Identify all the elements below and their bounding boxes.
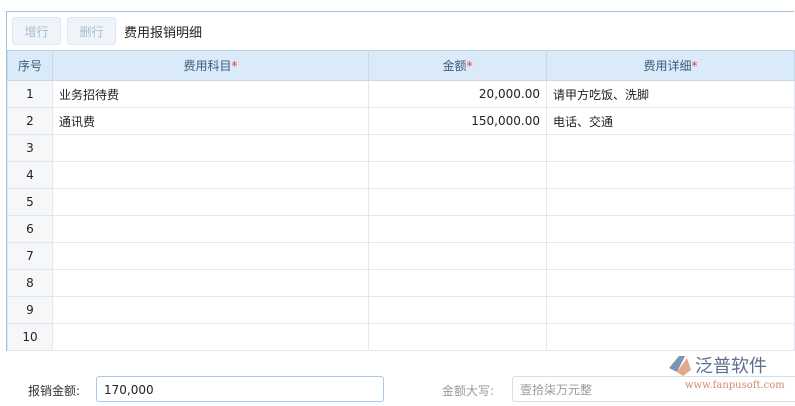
amount-cell[interactable] <box>368 188 547 216</box>
table-row[interactable]: 2 通讯费 150,000.00 电话、交通 <box>7 107 795 135</box>
svg-text:www.fanpusoft.com: www.fanpusoft.com <box>685 380 785 391</box>
detail-cell[interactable] <box>546 161 795 189</box>
header-detail: 费用详细* <box>546 50 795 81</box>
detail-cell[interactable]: 电话、交通 <box>546 107 795 135</box>
expense-table: 序号 费用科目* 金额* 费用详细* 1 业务招待费 20,000.00 请甲方吃饭、… <box>7 50 795 351</box>
amount-label: 报销金额: <box>28 384 81 398</box>
row-number: 5 <box>7 188 53 216</box>
table-row[interactable]: 5 <box>7 188 795 216</box>
subject-cell[interactable] <box>52 323 369 351</box>
amount-input[interactable]: 170,000 <box>96 376 384 402</box>
row-number: 4 <box>7 161 53 189</box>
subject-cell[interactable] <box>52 161 369 189</box>
subject-cell[interactable] <box>52 188 369 216</box>
table-row[interactable]: 6 <box>7 215 795 243</box>
logo-icon: 泛普软件 www.fanpusoft.com <box>669 356 785 391</box>
amount-cell[interactable] <box>368 269 547 297</box>
table-row[interactable]: 10 <box>7 323 795 351</box>
amount-cell[interactable] <box>368 296 547 324</box>
detail-cell[interactable] <box>546 269 795 297</box>
subject-cell[interactable] <box>52 296 369 324</box>
row-number: 9 <box>7 296 53 324</box>
subject-cell[interactable]: 通讯费 <box>52 107 369 135</box>
detail-cell[interactable] <box>546 242 795 270</box>
delete-row-button[interactable]: 删行 <box>67 17 116 45</box>
table-row[interactable]: 9 <box>7 296 795 324</box>
amount-cell[interactable] <box>368 242 547 270</box>
detail-cell[interactable] <box>546 215 795 243</box>
upper-amount-label: 金额大写: <box>442 384 495 398</box>
table-row[interactable]: 8 <box>7 269 795 297</box>
detail-cell[interactable]: 请甲方吃饭、洗脚 <box>546 80 795 108</box>
amount-cell[interactable]: 20,000.00 <box>368 80 547 108</box>
detail-cell[interactable] <box>546 134 795 162</box>
row-number: 10 <box>7 323 53 351</box>
subject-cell[interactable] <box>52 215 369 243</box>
toolbar: 增行 删行 费用报销明细 <box>7 12 794 50</box>
add-row-button[interactable]: 增行 <box>12 17 61 45</box>
header-no: 序号 <box>7 50 53 81</box>
header-subject: 费用科目* <box>52 50 369 81</box>
row-number: 2 <box>7 107 53 135</box>
subject-cell[interactable] <box>52 242 369 270</box>
table-row[interactable]: 4 <box>7 161 795 189</box>
row-number: 6 <box>7 215 53 243</box>
subject-cell[interactable]: 业务招待费 <box>52 80 369 108</box>
amount-cell[interactable]: 150,000.00 <box>368 107 547 135</box>
svg-text:泛普软件: 泛普软件 <box>695 356 767 377</box>
row-number: 3 <box>7 134 53 162</box>
section-title: 费用报销明细 <box>124 25 203 41</box>
amount-cell[interactable] <box>368 134 547 162</box>
amount-cell[interactable] <box>368 215 547 243</box>
table-row[interactable]: 3 <box>7 134 795 162</box>
table-row[interactable]: 7 <box>7 242 795 270</box>
row-number: 8 <box>7 269 53 297</box>
detail-cell[interactable] <box>546 323 795 351</box>
detail-cell[interactable] <box>546 188 795 216</box>
detail-cell[interactable] <box>546 296 795 324</box>
table-row[interactable]: 1 业务招待费 20,000.00 请甲方吃饭、洗脚 <box>7 80 795 108</box>
subject-cell[interactable] <box>52 134 369 162</box>
expense-detail-panel: 增行 删行 费用报销明细 序号 费用科目* 金额* 费用详细* 1 业务招待费 20… <box>6 11 795 351</box>
amount-cell[interactable] <box>368 161 547 189</box>
row-number: 7 <box>7 242 53 270</box>
subject-cell[interactable] <box>52 269 369 297</box>
header-amount: 金额* <box>368 50 547 81</box>
amount-cell[interactable] <box>368 323 547 351</box>
watermark-logo: 泛普软件 www.fanpusoft.com <box>665 350 795 392</box>
row-number: 1 <box>7 80 53 108</box>
